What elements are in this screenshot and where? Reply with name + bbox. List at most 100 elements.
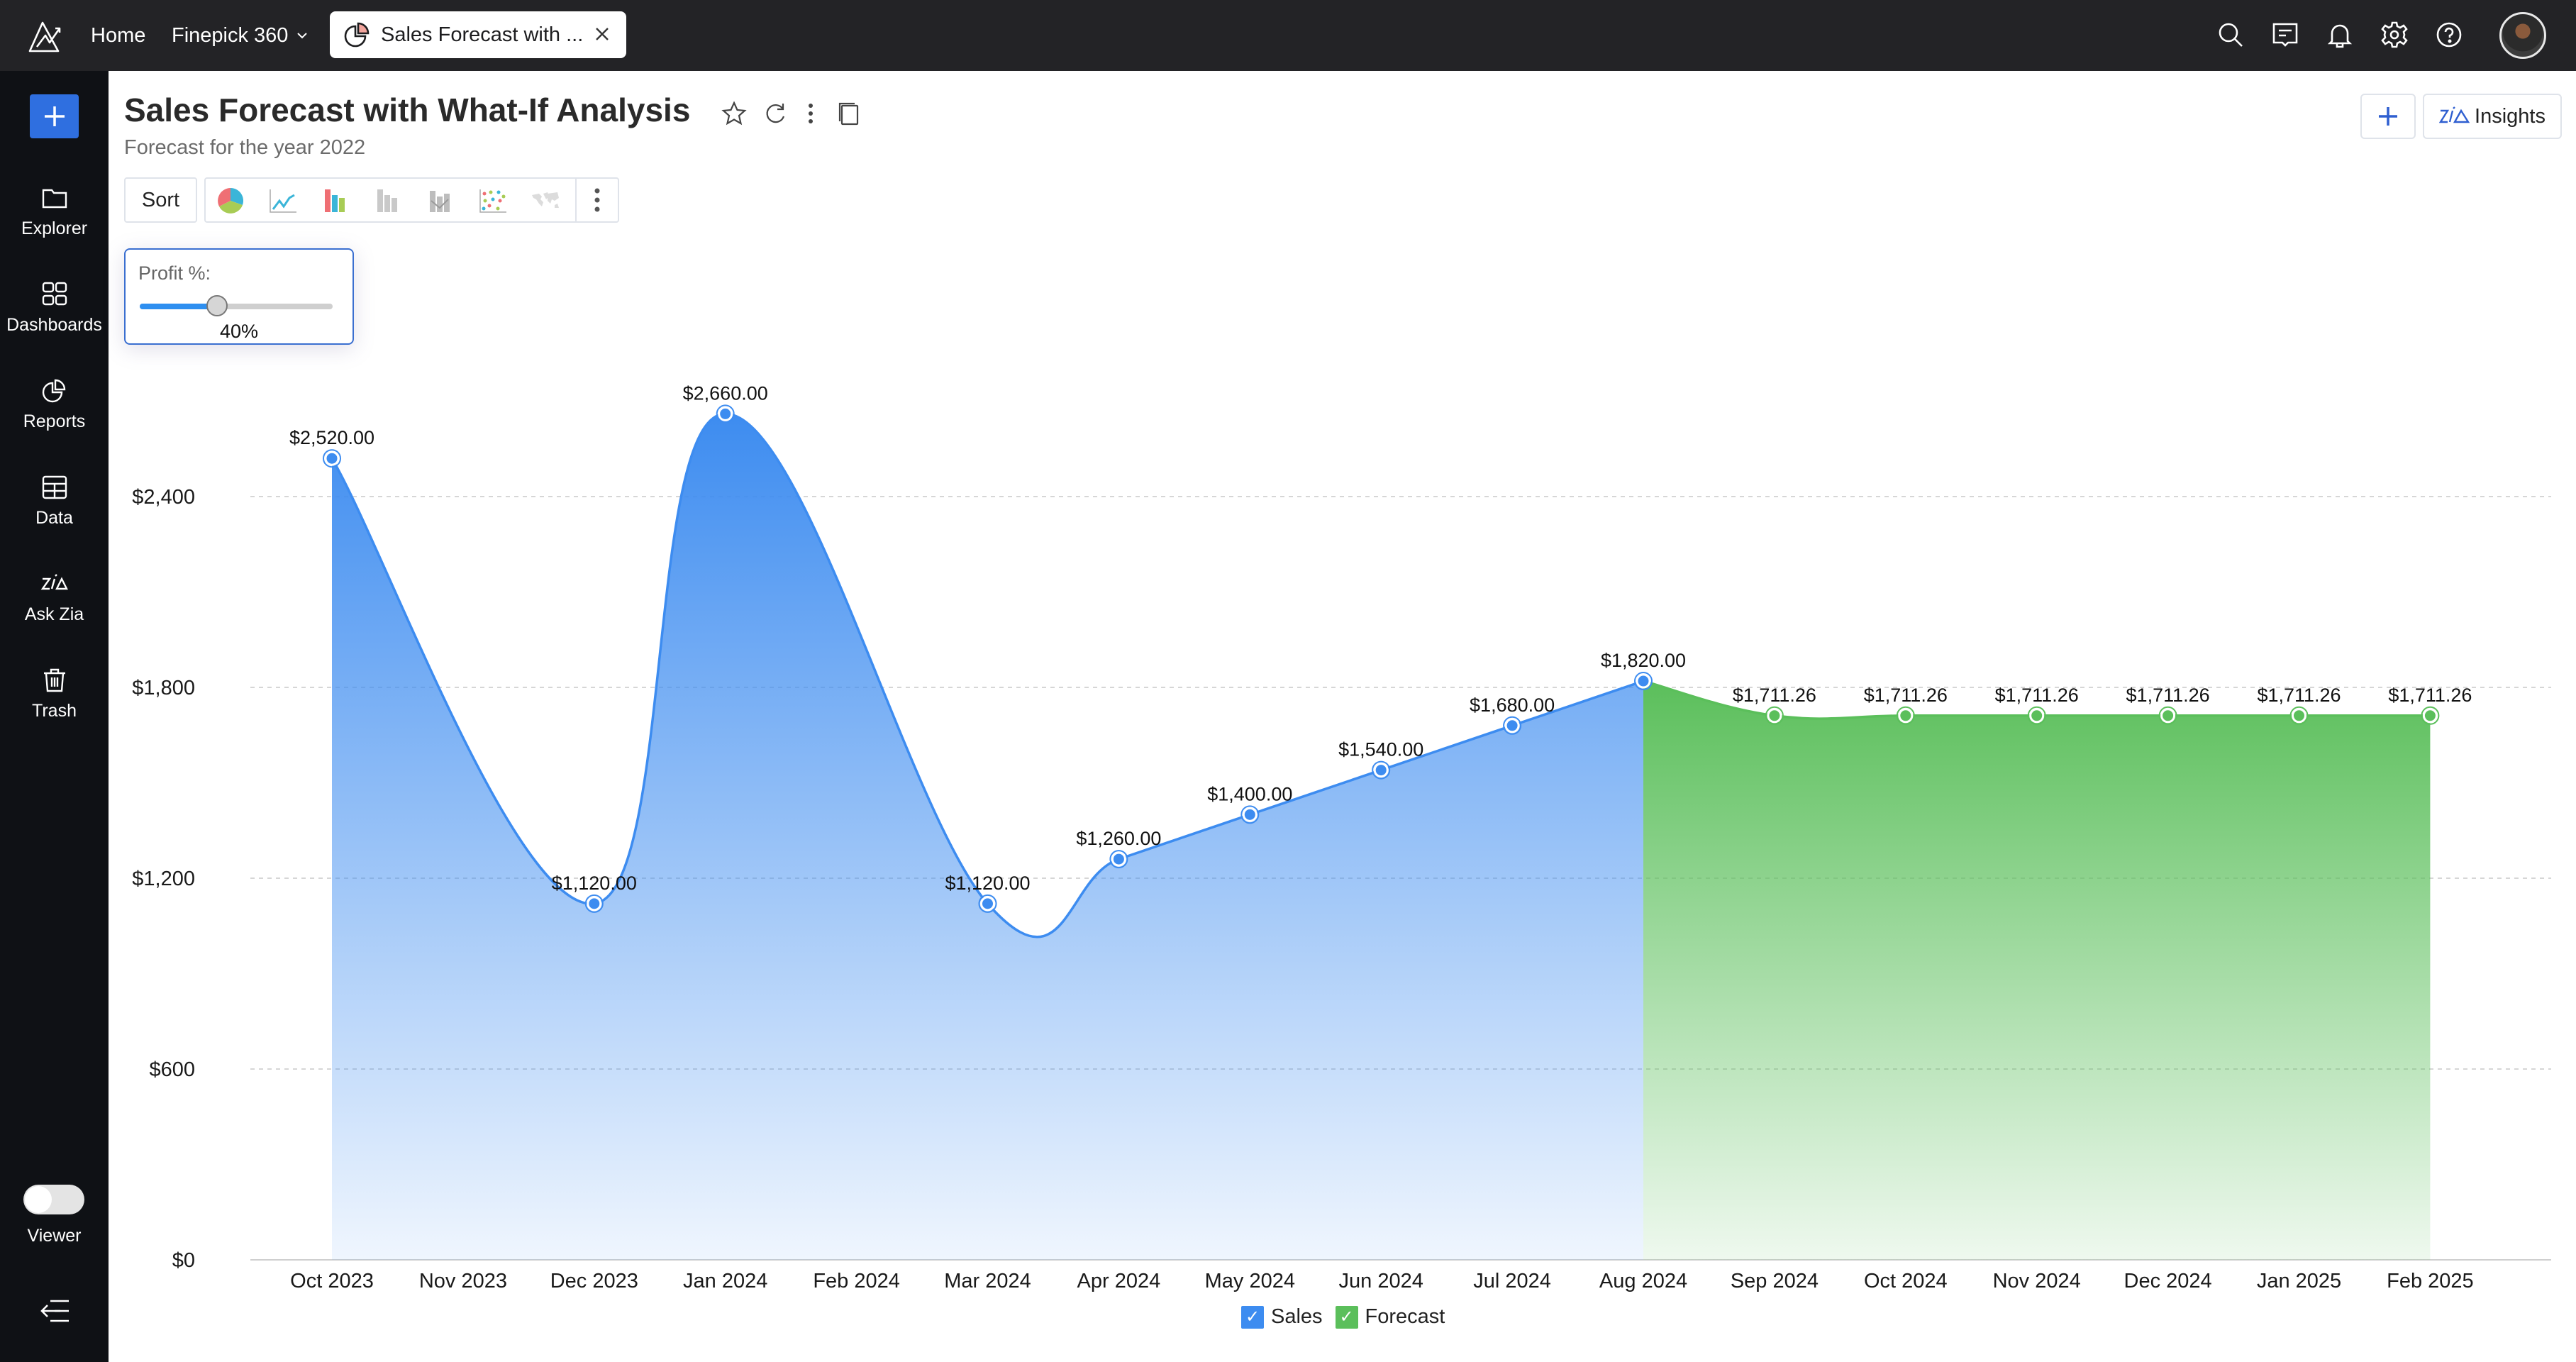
data-label: $1,711.26 [2257, 685, 2341, 706]
legend-label: Forecast [1365, 1305, 1445, 1328]
sales-point[interactable] [1504, 718, 1520, 733]
top-bar: Home Finepick 360 Sales Forecast with ..… [0, 0, 2576, 71]
x-tick-label: Oct 2024 [1864, 1270, 1948, 1292]
forecast-point[interactable] [2029, 708, 2045, 724]
sales-point[interactable] [1636, 673, 1651, 689]
help-icon[interactable] [2434, 20, 2464, 50]
sales-point[interactable] [1242, 807, 1258, 822]
checkbox-checked-icon: ✓ [1335, 1305, 1358, 1329]
sidebar-item-explorer[interactable]: Explorer [0, 183, 109, 261]
x-tick-label: Oct 2023 [290, 1270, 374, 1292]
trash-icon [43, 668, 65, 692]
sidebar-item-dashboards[interactable]: Dashboards [0, 279, 109, 358]
pie-chart-icon[interactable] [216, 187, 245, 215]
x-tick-label: May 2024 [1205, 1270, 1295, 1292]
x-tick-label: Jun 2024 [1339, 1270, 1423, 1292]
insights-label: Insights [2475, 104, 2546, 128]
profit-percent-label: Profit %: [138, 262, 211, 284]
forecast-point[interactable] [2160, 708, 2176, 724]
sidebar-item-data[interactable]: Data [0, 472, 109, 550]
add-button[interactable] [2360, 94, 2416, 139]
plus-icon [44, 106, 65, 126]
data-label: $2,660.00 [683, 382, 768, 404]
data-label: $1,120.00 [552, 873, 637, 894]
tab-label: Sales Forecast with ... [381, 23, 584, 46]
sidebar-item-label: Trash [32, 701, 77, 721]
data-label: $1,711.26 [1864, 685, 1948, 706]
sales-point[interactable] [324, 450, 340, 466]
data-label: $1,711.26 [2388, 685, 2472, 706]
sidebar-item-trash[interactable]: Trash [0, 665, 109, 743]
profit-percent-slider[interactable] [140, 295, 333, 316]
settings-icon[interactable] [2380, 20, 2409, 50]
sales-area [332, 414, 1643, 1260]
sidebar-item-reports[interactable]: Reports [0, 376, 109, 454]
zia-icon [40, 574, 68, 590]
viewer-mode-toggle[interactable] [23, 1185, 84, 1214]
sales-point[interactable] [980, 896, 995, 912]
search-icon[interactable] [2216, 20, 2245, 50]
sidebar-item-label: Explorer [21, 218, 88, 238]
x-tick-label: Nov 2024 [1993, 1270, 2081, 1292]
user-avatar[interactable] [2499, 12, 2546, 59]
data-label: $1,680.00 [1470, 694, 1555, 716]
sidebar-item-ask-zia[interactable]: Ask Zia [0, 569, 109, 647]
nav-home[interactable]: Home [91, 21, 145, 50]
legend-item-sales[interactable]: ✓ Sales [1241, 1305, 1323, 1329]
legend-label: Sales [1271, 1305, 1323, 1328]
sidebar-item-label: Reports [23, 411, 86, 431]
stacked-bar-chart-icon[interactable] [373, 187, 403, 215]
viewer-mode-label: Viewer [27, 1226, 82, 1246]
y-tick-label: $1,200 [132, 868, 195, 890]
forecast-point[interactable] [1898, 708, 1914, 724]
close-icon[interactable] [591, 23, 614, 45]
data-label: $1,820.00 [1601, 650, 1686, 671]
comments-icon[interactable] [2270, 20, 2300, 50]
workspace-dropdown[interactable]: Finepick 360 [172, 21, 309, 50]
page-title: Sales Forecast with What-If Analysis [124, 92, 691, 128]
forecast-point[interactable] [2422, 708, 2438, 724]
sidebar-item-label: Data [35, 508, 73, 528]
chart-legend: ✓ Sales ✓ Forecast [1241, 1305, 1450, 1329]
data-label: $1,711.26 [2126, 685, 2210, 706]
slider-fill [140, 304, 217, 309]
page-subtitle: Forecast for the year 2022 [124, 136, 366, 159]
workspace-name: Finepick 360 [172, 24, 289, 47]
data-label: $1,711.26 [1733, 685, 1816, 706]
map-chart-icon[interactable] [531, 187, 560, 215]
more-options-icon[interactable] [796, 99, 825, 128]
sales-point[interactable] [1111, 851, 1126, 867]
x-tick-label: Jan 2025 [2257, 1270, 2341, 1292]
line-chart-icon[interactable] [268, 187, 298, 215]
dashboards-icon [42, 282, 67, 306]
sales-point[interactable] [718, 406, 733, 421]
sales-point[interactable] [587, 896, 602, 912]
x-tick-label: Nov 2023 [419, 1270, 507, 1292]
bar-chart-icon[interactable] [321, 187, 350, 215]
y-tick-label: $1,800 [132, 677, 195, 699]
notifications-icon[interactable] [2325, 20, 2355, 50]
data-label: $1,711.26 [1995, 685, 2079, 706]
x-tick-label: Aug 2024 [1599, 1270, 1687, 1292]
folder-icon [42, 189, 67, 209]
more-chart-types-button[interactable] [575, 179, 618, 221]
forecast-point[interactable] [1767, 708, 1782, 724]
duplicate-icon[interactable] [835, 99, 863, 128]
star-icon[interactable] [720, 99, 748, 128]
profit-percent-value: 40% [219, 321, 259, 342]
zia-insights-button[interactable]: Insights [2423, 94, 2562, 139]
sort-button[interactable]: Sort [124, 177, 197, 223]
table-icon [42, 475, 67, 499]
legend-item-forecast[interactable]: ✓ Forecast [1335, 1305, 1445, 1329]
scatter-chart-icon[interactable] [478, 187, 508, 215]
slider-handle[interactable] [206, 295, 228, 316]
create-new-button[interactable] [30, 94, 79, 138]
collapse-sidebar-icon[interactable] [39, 1297, 70, 1325]
forecast-point[interactable] [2292, 708, 2306, 724]
refresh-icon[interactable] [761, 99, 789, 128]
tab-sales-forecast[interactable]: Sales Forecast with ... [330, 11, 626, 58]
combo-chart-icon[interactable] [426, 187, 455, 215]
app-logo-icon[interactable] [27, 18, 64, 54]
sales-point[interactable] [1373, 763, 1389, 778]
report-view: $0 $600 $1,200 $1,800 $2,400 Oct 2023 Nov 2023… [109, 71, 2576, 1362]
